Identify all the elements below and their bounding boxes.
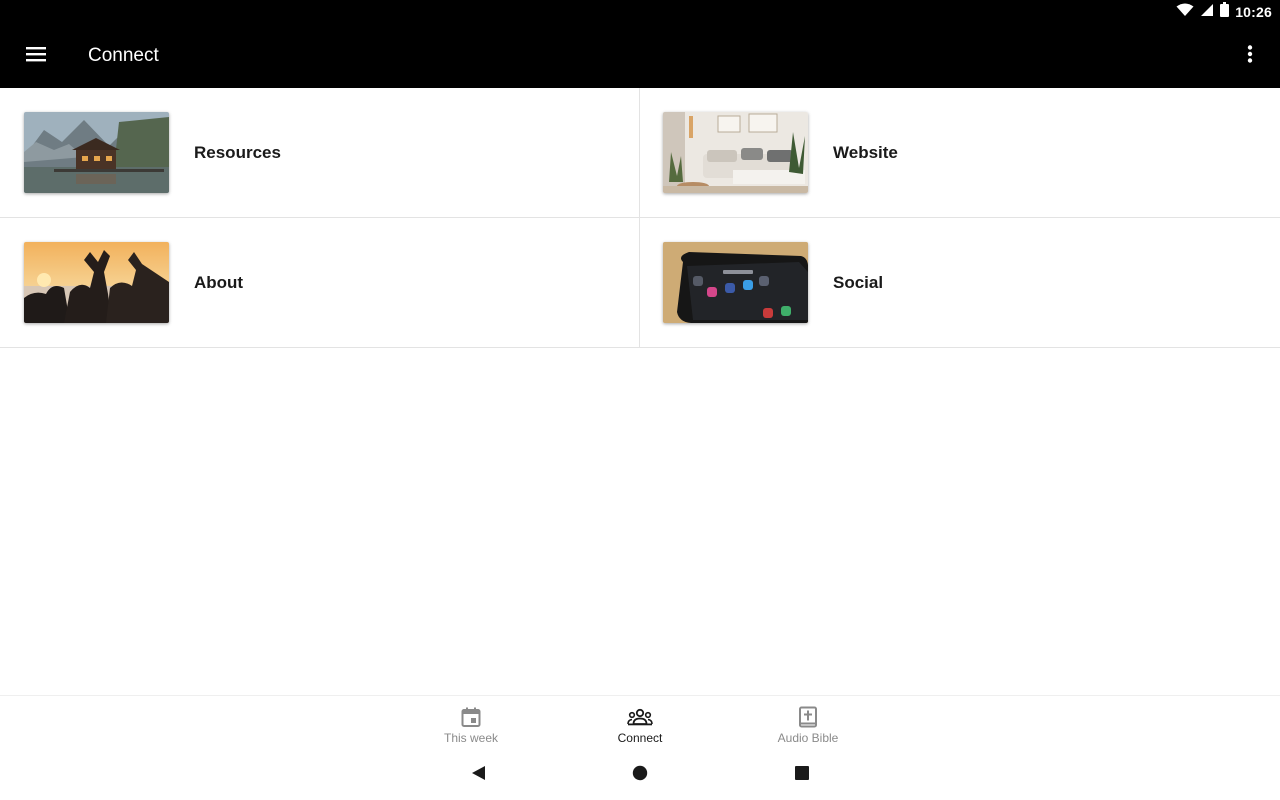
- website-thumbnail: [663, 112, 808, 193]
- tile-website[interactable]: Website: [640, 88, 1280, 218]
- nav-label: Audio Bible: [777, 731, 839, 745]
- social-thumbnail: [663, 242, 808, 323]
- about-thumbnail: [24, 242, 169, 323]
- nav-audio-bible[interactable]: Audio Bible: [748, 696, 868, 752]
- tile-label: Website: [833, 142, 898, 162]
- page-title: Connect: [88, 45, 159, 66]
- screen: 10:26 Connect Resources Website About So…: [0, 0, 1280, 800]
- nav-this-week[interactable]: This week: [411, 696, 531, 752]
- connect-grid: Resources Website About Social: [0, 88, 1280, 348]
- status-bar: 10:26: [0, 0, 1280, 24]
- back-button[interactable]: [466, 763, 490, 787]
- status-icons: 10:26: [1176, 0, 1272, 24]
- home-button[interactable]: [628, 763, 652, 787]
- signal-icon: [1200, 3, 1214, 22]
- bible-icon: [797, 706, 819, 728]
- tile-label: Resources: [194, 142, 281, 162]
- tile-resources[interactable]: Resources: [0, 88, 640, 218]
- nav-label: This week: [443, 731, 499, 745]
- people-icon: [627, 706, 653, 728]
- tile-social[interactable]: Social: [640, 218, 1280, 348]
- nav-connect[interactable]: Connect: [580, 696, 700, 752]
- battery-icon: [1220, 2, 1230, 22]
- recents-button[interactable]: [790, 763, 814, 787]
- status-time: 10:26: [1235, 4, 1272, 20]
- resources-thumbnail: [24, 112, 169, 193]
- bottom-navigation: This week Connect Audio Bible: [0, 695, 1280, 752]
- back-triangle-icon: [470, 765, 486, 786]
- home-circle-icon: [632, 765, 648, 786]
- nav-label: Connect: [617, 731, 663, 745]
- tile-label: Social: [833, 272, 884, 292]
- recents-square-icon: [794, 765, 810, 786]
- hamburger-menu-icon: [26, 46, 46, 67]
- wifi-icon: [1176, 3, 1194, 22]
- system-navigation-bar: [0, 751, 1280, 800]
- calendar-icon: [460, 706, 482, 728]
- tile-label: About: [194, 272, 244, 292]
- menu-button[interactable]: [16, 36, 56, 76]
- more-options-button[interactable]: [1230, 36, 1270, 76]
- app-bar: Connect: [0, 24, 1280, 88]
- tile-about[interactable]: About: [0, 218, 640, 348]
- more-vert-icon: [1247, 44, 1253, 68]
